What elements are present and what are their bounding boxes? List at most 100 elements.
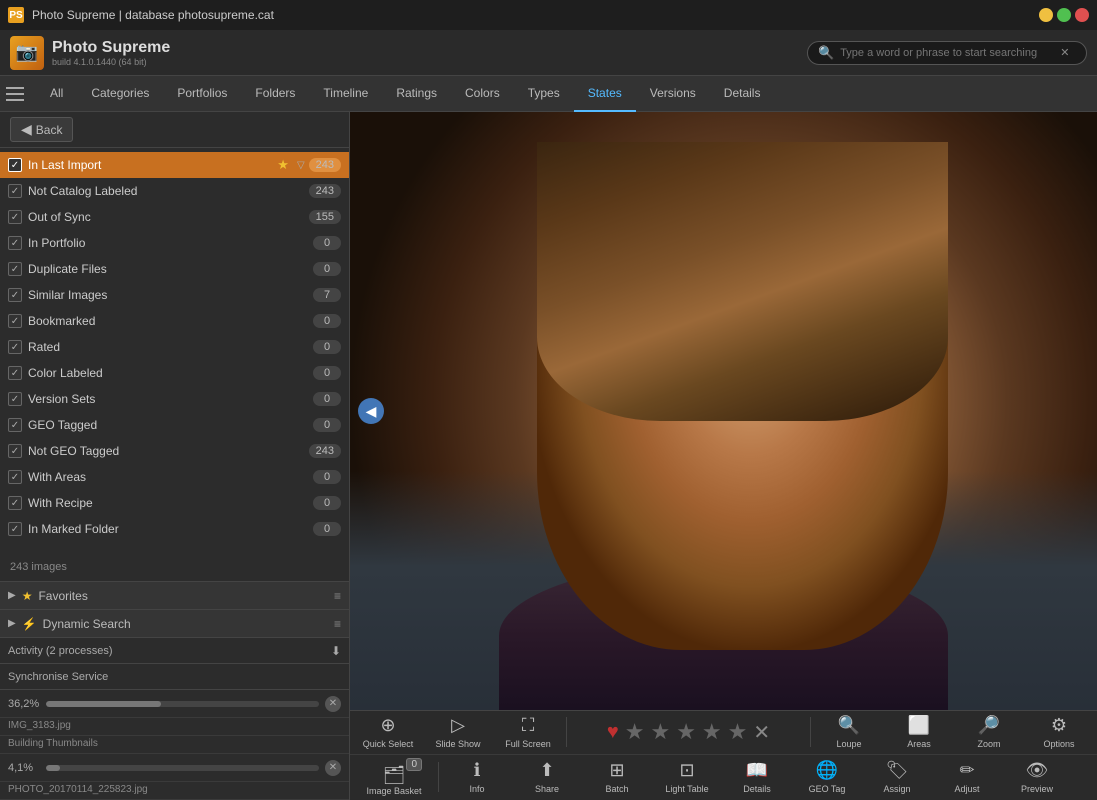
photo-area: ◀ [350,112,1097,710]
geo-tag-button[interactable]: 🌐 GEO Tag [793,757,861,797]
app-icon: PS [8,7,24,23]
search-clear-icon[interactable]: ✕ [1060,46,1069,59]
light-table-button[interactable]: ⊡ Light Table [653,757,721,797]
tab-colors[interactable]: Colors [451,76,514,112]
quick-select-button[interactable]: ⊕ Quick Select [354,712,422,752]
areas-button[interactable]: ⬜ Areas [885,712,953,752]
state-item-9[interactable]: ✓Version Sets0 [0,386,349,412]
state-item-14[interactable]: ✓In Marked Folder0 [0,516,349,542]
progress-cancel-2[interactable]: ✕ [325,760,341,776]
details-button[interactable]: 📖 Details [723,757,791,797]
full-screen-button[interactable]: ⛶ Full Screen [494,712,562,752]
state-item-5[interactable]: ✓Similar Images7 [0,282,349,308]
favorites-row[interactable]: ▶ ★ Favorites ≡ [0,582,349,610]
minimize-button[interactable] [1039,8,1053,22]
logo-icon: 📷 [10,36,44,70]
state-item-13[interactable]: ✓With Recipe0 [0,490,349,516]
loupe-button[interactable]: 🔍 Loupe [815,712,883,752]
window-controls[interactable] [1039,8,1089,22]
adjust-button[interactable]: ✏ Adjust [933,757,1001,797]
heart-icon[interactable]: ♥ [607,721,619,744]
dynamic-search-row[interactable]: ▶ ⚡ Dynamic Search ≡ [0,610,349,638]
search-bar[interactable]: 🔍 ✕ [807,41,1087,65]
state-label-7: Rated [28,340,307,354]
zoom-button[interactable]: 🔎 Zoom [955,712,1023,752]
tab-timeline[interactable]: Timeline [309,76,382,112]
tab-categories[interactable]: Categories [77,76,163,112]
slide-show-button[interactable]: ▷ Slide Show [424,712,492,752]
reject-icon[interactable]: ✕ [753,720,770,745]
light-table-icon: ⊡ [679,760,694,781]
details-label: Details [743,784,771,794]
image-basket-button[interactable]: 0 🗂 Image Basket [354,756,434,798]
state-label-8: Color Labeled [28,366,307,380]
activity-download-icon[interactable]: ⬇ [331,644,341,658]
quick-select-label: Quick Select [363,739,414,749]
star-5[interactable]: ★ [728,719,748,745]
state-item-7[interactable]: ✓Rated0 [0,334,349,360]
options-button[interactable]: ⚙ Options [1025,712,1093,752]
tab-ratings[interactable]: Ratings [382,76,451,112]
state-count-2: 155 [309,210,341,224]
state-label-14: In Marked Folder [28,522,307,536]
maximize-button[interactable] [1057,8,1071,22]
share-label: Share [535,784,559,794]
tab-all[interactable]: All [36,76,77,112]
state-item-6[interactable]: ✓Bookmarked0 [0,308,349,334]
state-item-11[interactable]: ✓Not GEO Tagged243 [0,438,349,464]
search-input[interactable] [840,47,1060,59]
prev-image-button[interactable]: ◀ [358,398,384,424]
progress-cancel-1[interactable]: ✕ [325,696,341,712]
hamburger-menu[interactable] [6,81,32,107]
adjust-label: Adjust [954,784,979,794]
star-3[interactable]: ★ [676,719,696,745]
star-2[interactable]: ★ [650,719,670,745]
logo-area: 📷 Photo Supreme build 4.1.0.1440 (64 bit… [10,36,170,70]
state-item-10[interactable]: ✓GEO Tagged0 [0,412,349,438]
tab-portfolios[interactable]: Portfolios [163,76,241,112]
sep-2 [810,717,811,747]
state-label-13: With Recipe [28,496,307,510]
info-button[interactable]: ℹ Info [443,757,511,797]
assign-label: Assign [883,784,910,794]
dynamic-search-menu-icon[interactable]: ≡ [334,617,341,631]
tab-types[interactable]: Types [514,76,574,112]
tab-states[interactable]: States [574,76,636,112]
state-check-1: ✓ [8,184,22,198]
state-check-11: ✓ [8,444,22,458]
state-item-2[interactable]: ✓Out of Sync155 [0,204,349,230]
progress-row-2: 4,1% ✕ [0,754,349,782]
favorites-label: Favorites [38,589,328,603]
areas-icon: ⬜ [908,715,930,736]
state-item-1[interactable]: ✓Not Catalog Labeled243 [0,178,349,204]
favorites-menu-icon[interactable]: ≡ [334,589,341,603]
state-item-0[interactable]: ✓In Last Import★▽243 [0,152,349,178]
logo-text: Photo Supreme build 4.1.0.1440 (64 bit) [52,39,170,67]
tab-details[interactable]: Details [710,76,775,112]
back-button[interactable]: ◀ Back [10,117,73,142]
dynamic-search-icon: ⚡ [22,617,37,631]
state-label-0: In Last Import [28,158,271,172]
state-item-3[interactable]: ✓In Portfolio0 [0,230,349,256]
state-label-2: Out of Sync [28,210,303,224]
titlebar-left: PS Photo Supreme | database photosupreme… [8,7,274,23]
state-count-8: 0 [313,366,341,380]
star-1[interactable]: ★ [625,719,645,745]
tab-versions[interactable]: Versions [636,76,710,112]
tab-folders[interactable]: Folders [241,76,309,112]
state-count-12: 0 [313,470,341,484]
logobar: 📷 Photo Supreme build 4.1.0.1440 (64 bit… [0,30,1097,76]
progress-task-1: Building Thumbnails [0,736,349,754]
state-item-8[interactable]: ✓Color Labeled0 [0,360,349,386]
star-4[interactable]: ★ [702,719,722,745]
preview-button[interactable]: 👁 Preview [1003,757,1071,797]
batch-icon: ⊞ [609,760,624,781]
state-check-9: ✓ [8,392,22,406]
batch-button[interactable]: ⊞ Batch [583,757,651,797]
assign-button[interactable]: 🏷 Assign [863,757,931,797]
state-item-4[interactable]: ✓Duplicate Files0 [0,256,349,282]
share-button[interactable]: ⬆ Share [513,757,581,797]
close-button[interactable] [1075,8,1089,22]
rating-stars-row[interactable]: ♥ ★ ★ ★ ★ ★ ✕ [571,719,806,745]
state-item-12[interactable]: ✓With Areas0 [0,464,349,490]
